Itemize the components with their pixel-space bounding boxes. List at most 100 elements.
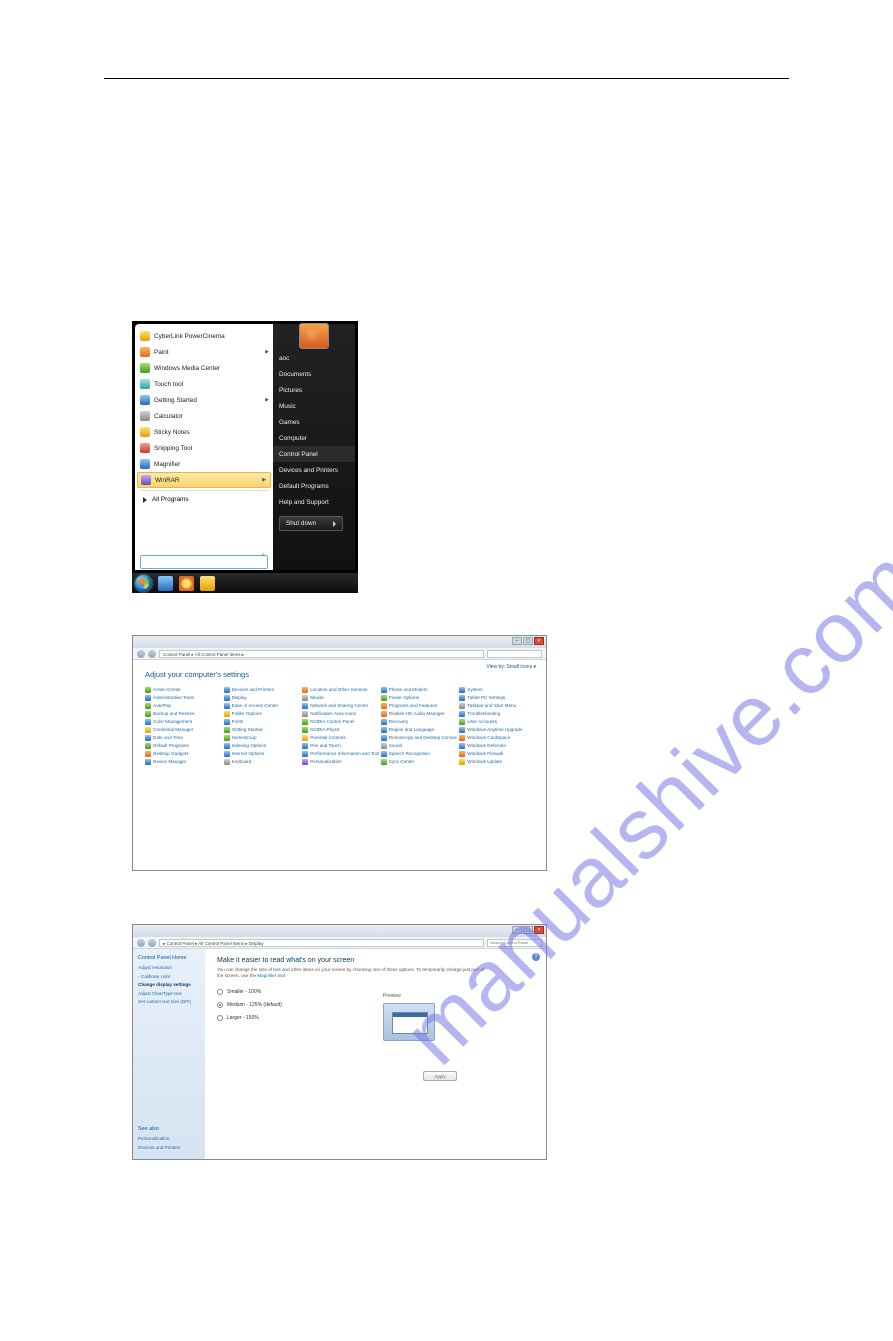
control-panel-item[interactable]: Speech Recognition [381, 751, 458, 757]
control-panel-item[interactable]: Fonts [224, 719, 301, 725]
start-menu-item[interactable]: Sticky Notes [135, 424, 273, 440]
side-link[interactable]: Adjust ClearType text [138, 991, 200, 997]
control-panel-item[interactable]: Recovery [381, 719, 458, 725]
control-panel-item[interactable]: System [459, 687, 536, 693]
control-panel-item[interactable]: Region and Language [381, 727, 458, 733]
control-panel-item[interactable]: Color Management [145, 719, 222, 725]
all-programs[interactable]: All Programs [135, 493, 273, 506]
control-panel-item[interactable]: Ease of Access Center [224, 703, 301, 709]
size-option[interactable]: Medium - 125% (default) [217, 1002, 534, 1008]
control-panel-item[interactable]: AutoPlay [145, 703, 222, 709]
control-panel-item[interactable]: NVIDIA Control Panel [302, 719, 379, 725]
apply-button[interactable]: Apply [423, 1071, 457, 1081]
search-input[interactable] [140, 555, 268, 569]
start-menu-right-item[interactable]: Default Programs [273, 478, 355, 494]
start-menu-item[interactable]: Windows Media Center [135, 360, 273, 376]
control-panel-item[interactable]: Troubleshooting [459, 711, 536, 717]
start-orb-icon[interactable] [135, 575, 152, 592]
control-panel-item[interactable]: Sync Center [381, 759, 458, 765]
control-panel-item[interactable]: Windows Defender [459, 743, 536, 749]
start-menu-item[interactable]: Snipping Tool [135, 440, 273, 456]
control-panel-item[interactable]: Device Manager [145, 759, 222, 765]
maximize-button[interactable]: ▢ [523, 637, 533, 645]
control-panel-item[interactable]: Date and Time [145, 735, 222, 741]
see-also-link[interactable]: Personalization [138, 1136, 180, 1142]
search-input[interactable] [487, 650, 542, 658]
radio-icon[interactable] [217, 989, 223, 995]
control-panel-item[interactable]: Desktop Gadgets [145, 751, 222, 757]
see-also-link[interactable]: Devices and Printers [138, 1145, 180, 1151]
control-panel-item[interactable]: Network and Sharing Center [302, 703, 379, 709]
start-menu-right-item[interactable]: Pictures [273, 382, 355, 398]
control-panel-item[interactable]: Location and Other Sensors [302, 687, 379, 693]
control-panel-item[interactable]: Indexing Options [224, 743, 301, 749]
control-panel-item[interactable]: Performance Information and Tools [302, 751, 379, 757]
nav-back-icon[interactable] [137, 939, 145, 947]
control-panel-item[interactable]: Notification Area Icons [302, 711, 379, 717]
control-panel-item[interactable]: Windows Update [459, 759, 536, 765]
start-menu-item[interactable]: CyberLink PowerCinema [135, 328, 273, 344]
search-input[interactable] [487, 939, 542, 947]
control-panel-item[interactable]: Windows Firewall [459, 751, 536, 757]
control-panel-item[interactable]: User Accounts [459, 719, 536, 725]
start-menu-right-item[interactable]: aoc [273, 350, 355, 366]
start-menu-item[interactable]: Getting Started▶ [135, 392, 273, 408]
size-option[interactable]: Smaller - 100% [217, 989, 534, 995]
control-panel-item[interactable]: Action Center [145, 687, 222, 693]
control-panel-item[interactable]: Phone and Modem [381, 687, 458, 693]
control-panel-item[interactable]: Display [224, 695, 301, 701]
control-panel-item[interactable]: Backup and Restore [145, 711, 222, 717]
maximize-button[interactable]: ▢ [523, 926, 533, 934]
start-menu-right-item[interactable]: Music [273, 398, 355, 414]
nav-forward-icon[interactable] [148, 939, 156, 947]
nav-forward-icon[interactable] [148, 650, 156, 658]
control-panel-item[interactable]: Credential Manager [145, 727, 222, 733]
breadcrumb[interactable]: ▸ Control Panel ▸ All Control Panel Item… [159, 939, 484, 947]
control-panel-item[interactable]: Mouse [302, 695, 379, 701]
control-panel-item[interactable]: HomeGroup [224, 735, 301, 741]
control-panel-item[interactable]: Getting Started [224, 727, 301, 733]
nav-back-icon[interactable] [137, 650, 145, 658]
control-panel-item[interactable]: Sound [381, 743, 458, 749]
start-menu-right-item[interactable]: Control Panel [273, 446, 355, 462]
media-player-icon[interactable] [179, 576, 194, 591]
magnifier-link[interactable]: Magnifier [257, 973, 276, 978]
control-panel-item[interactable]: Power Options [381, 695, 458, 701]
chevron-right-icon[interactable] [333, 521, 336, 527]
start-menu-right-item[interactable]: Devices and Printers [273, 462, 355, 478]
size-option[interactable]: Larger - 150% [217, 1015, 534, 1021]
close-button[interactable]: × [534, 926, 544, 934]
side-link[interactable]: ◦ Calibrate color [138, 974, 200, 980]
start-menu-item[interactable]: WinRAR▶ [137, 472, 271, 488]
control-panel-item[interactable]: NVIDIA PhysX [302, 727, 379, 733]
control-panel-item[interactable]: Taskbar and Start Menu [459, 703, 536, 709]
control-panel-item[interactable]: Programs and Features [381, 703, 458, 709]
start-menu-item[interactable]: Touch tool [135, 376, 273, 392]
side-link[interactable]: Set custom text size (DPI) [138, 999, 200, 1005]
view-by-label[interactable]: View by: Small icons ▾ [486, 664, 536, 670]
control-panel-item[interactable]: Personalization [302, 759, 379, 765]
control-panel-item[interactable]: Windows CardSpace [459, 735, 536, 741]
control-panel-item[interactable]: RemoteApp and Desktop Connections [381, 735, 458, 741]
side-link[interactable]: Change display settings [138, 982, 200, 988]
start-menu-right-item[interactable]: Documents [273, 366, 355, 382]
breadcrumb[interactable]: Control Panel ▸ All Control Panel Items … [159, 650, 484, 658]
control-panel-item[interactable]: Administrative Tools [145, 695, 222, 701]
control-panel-item[interactable]: Default Programs [145, 743, 222, 749]
side-link[interactable]: Adjust resolution [138, 965, 200, 971]
search-icon[interactable]: ⌕ [261, 552, 265, 560]
start-menu-right-item[interactable]: Computer [273, 430, 355, 446]
control-panel-item[interactable]: Parental Controls [302, 735, 379, 741]
radio-icon[interactable] [217, 1015, 223, 1021]
user-avatar[interactable] [299, 323, 329, 349]
explorer-icon[interactable] [200, 576, 215, 591]
control-panel-item[interactable]: Realtek HD Audio Manager [381, 711, 458, 717]
control-panel-item[interactable]: Internet Options [224, 751, 301, 757]
control-panel-item[interactable]: Windows Anytime Upgrade [459, 727, 536, 733]
start-menu-right-item[interactable]: Games [273, 414, 355, 430]
close-button[interactable]: × [534, 637, 544, 645]
control-panel-item[interactable]: Folder Options [224, 711, 301, 717]
start-menu-right-item[interactable]: Help and Support [273, 494, 355, 510]
start-menu-item[interactable]: Calculator [135, 408, 273, 424]
control-panel-item[interactable]: Devices and Printers [224, 687, 301, 693]
